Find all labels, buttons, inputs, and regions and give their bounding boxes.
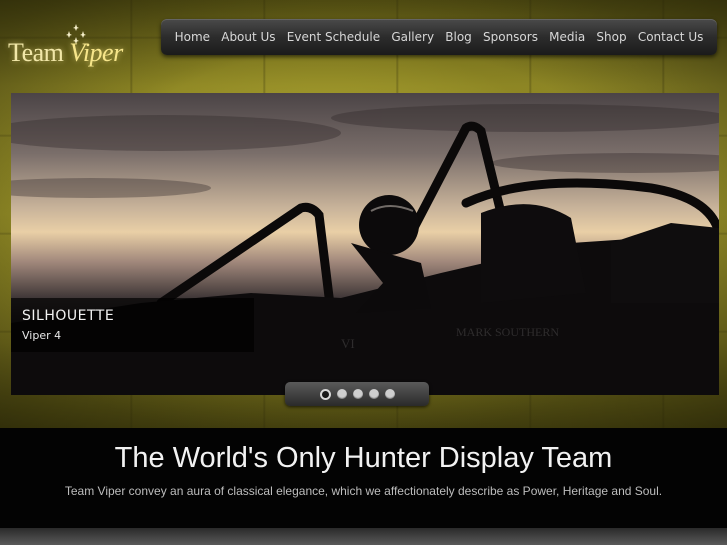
slide-caption-subtitle: Viper 4 [22, 329, 62, 342]
fuselage-lettering: MARK SOUTHERN [456, 325, 559, 339]
logo-text-viper: Viper [69, 38, 123, 67]
footer-strip [0, 528, 727, 545]
page-tagline: Team Viper convey an aura of classical e… [64, 484, 663, 498]
nav-media[interactable]: Media [549, 30, 585, 44]
nav-contact-us[interactable]: Contact Us [638, 30, 704, 44]
nav-event-schedule[interactable]: Event Schedule [287, 30, 380, 44]
main-navigation: Home About Us Event Schedule Gallery Blo… [161, 19, 717, 55]
slide-dot-3[interactable] [352, 389, 363, 399]
fuselage-lettering-left: VI [341, 336, 355, 351]
logo-text-team: Team [8, 38, 64, 67]
nav-gallery[interactable]: Gallery [391, 30, 434, 44]
nav-shop[interactable]: Shop [596, 30, 626, 44]
slide-dot-5[interactable] [384, 389, 395, 399]
slide-dot-2[interactable] [336, 389, 347, 399]
slide-dot-4[interactable] [368, 389, 379, 399]
nav-home[interactable]: Home [175, 30, 210, 44]
team-viper-logo[interactable]: Team Viper [8, 24, 158, 70]
page-headline: The World's Only Hunter Display Team [114, 442, 613, 474]
intro-band: The World's Only Hunter Display Team Tea… [0, 428, 727, 528]
logo-text: Team Viper [8, 38, 123, 68]
nav-sponsors[interactable]: Sponsors [483, 30, 538, 44]
slider-pagination [285, 382, 429, 406]
nav-blog[interactable]: Blog [445, 30, 472, 44]
slide-caption: SILHOUETTE Viper 4 [11, 298, 254, 352]
nav-about-us[interactable]: About Us [221, 30, 275, 44]
slide-caption-title: SILHOUETTE [22, 308, 115, 324]
slide-dot-1[interactable] [319, 388, 331, 400]
